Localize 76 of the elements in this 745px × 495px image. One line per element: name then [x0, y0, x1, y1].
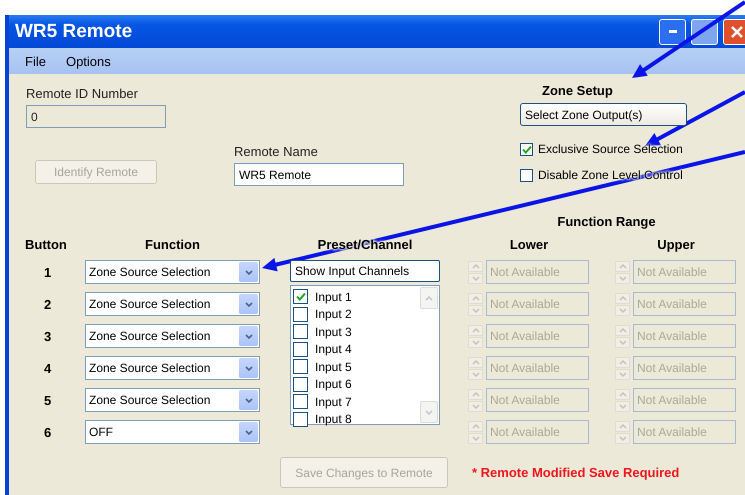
spin-up-button[interactable]: [615, 420, 630, 432]
function-dropdown[interactable]: Zone Source Selection: [85, 260, 260, 284]
spin-down-button[interactable]: [615, 304, 630, 316]
button-number: 4: [43, 360, 52, 376]
scroll-up-button[interactable]: [420, 287, 438, 309]
menu-item[interactable]: File: [25, 54, 46, 68]
column-header: Function: [144, 237, 201, 252]
list-item-label: Input 1: [315, 290, 352, 304]
minimize-button[interactable]: [659, 18, 686, 44]
column-header: Lower: [508, 237, 550, 252]
spin-up-button[interactable]: [468, 388, 483, 400]
spin-down-button[interactable]: [468, 368, 483, 380]
close-icon: [730, 24, 744, 38]
spin-down-button[interactable]: [468, 432, 483, 444]
field-label: Remote Name: [234, 144, 319, 159]
button-number: 6: [43, 424, 52, 440]
checkbox[interactable]: [293, 324, 308, 340]
field-label: Remote ID Number: [26, 86, 139, 101]
list-item-label: Input 4: [315, 342, 352, 356]
spin-down-button[interactable]: [615, 336, 630, 348]
spin-up-button[interactable]: [468, 292, 483, 304]
checkbox[interactable]: [293, 412, 308, 427]
column-header: Upper: [656, 237, 696, 252]
function-dropdown[interactable]: OFF: [85, 420, 260, 444]
checkbox[interactable]: [293, 359, 308, 374]
list-item-label: Input 3: [315, 324, 352, 339]
list-item-label: Input 8: [315, 412, 352, 426]
spin-up-button[interactable]: [615, 324, 630, 336]
spin-up-button[interactable]: [615, 292, 630, 304]
show-input-channels-button[interactable]: Show Input Channels: [290, 260, 440, 282]
spin-down-button[interactable]: [468, 336, 483, 348]
checkbox[interactable]: [293, 342, 308, 357]
spin-up-button[interactable]: [615, 388, 630, 400]
minimize-icon: [668, 30, 676, 33]
spin-down-button[interactable]: [615, 432, 630, 444]
spin-down-button[interactable]: [615, 368, 630, 380]
checkbox[interactable]: [520, 168, 533, 182]
spin-up-button[interactable]: [468, 356, 483, 368]
list-item-label: Input 6: [315, 377, 352, 392]
function-dropdown[interactable]: Zone Source Selection: [85, 356, 260, 380]
spin-up-button[interactable]: [468, 420, 483, 432]
function-dropdown[interactable]: Zone Source Selection: [85, 388, 260, 412]
spin-up-button[interactable]: [615, 260, 630, 272]
scroll-down-button[interactable]: [420, 401, 438, 423]
list-item-label: Input 5: [315, 360, 352, 374]
spin-down-button[interactable]: [615, 272, 630, 284]
button-number: 2: [43, 296, 52, 312]
column-header: Button: [25, 237, 68, 252]
section-heading: Function Range: [556, 214, 657, 229]
function-dropdown[interactable]: Zone Source Selection: [85, 292, 260, 316]
button-number: 5: [43, 392, 52, 408]
checkbox[interactable]: [293, 306, 308, 322]
checkbox[interactable]: [293, 376, 308, 392]
spin-up-button[interactable]: [468, 324, 483, 336]
function-dropdown[interactable]: Zone Source Selection: [85, 324, 260, 348]
status-message: * Remote Modified Save Required: [472, 465, 680, 480]
spin-down-button[interactable]: [468, 304, 483, 316]
remote-name-field[interactable]: WR5 Remote: [234, 163, 404, 186]
list-item-label: Input 2: [315, 307, 352, 322]
checkbox[interactable]: [520, 142, 533, 156]
checkbox-label: Exclusive Source Selection: [538, 142, 683, 156]
spin-up-button[interactable]: [468, 260, 483, 272]
checkbox[interactable]: [293, 289, 308, 304]
list-item-label: Input 7: [315, 394, 352, 409]
spin-down-button[interactable]: [615, 400, 630, 412]
button-number: 3: [43, 328, 52, 344]
spin-down-button[interactable]: [468, 272, 483, 284]
spin-up-button[interactable]: [615, 356, 630, 368]
menu-item[interactable]: Options: [66, 54, 111, 68]
spin-down-button[interactable]: [468, 400, 483, 412]
window-title: WR5 Remote: [15, 20, 134, 42]
close-button[interactable]: [723, 18, 745, 44]
select-zone-button[interactable]: Select Zone Output(s): [520, 103, 687, 126]
button-number: 1: [43, 264, 52, 280]
checkbox[interactable]: [293, 394, 308, 410]
section-heading: Zone Setup: [542, 83, 614, 98]
